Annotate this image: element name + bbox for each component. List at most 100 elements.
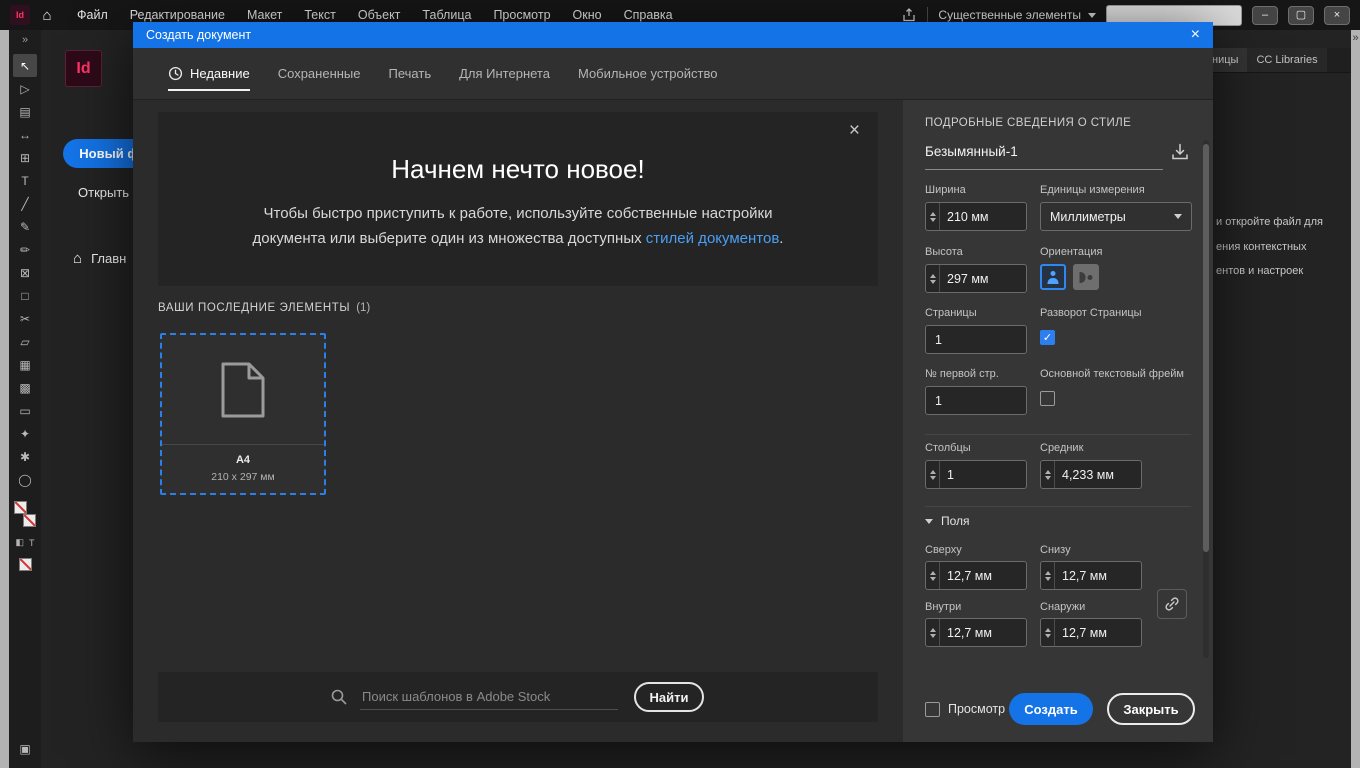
stock-search-input[interactable] xyxy=(360,684,618,710)
stepper-arrows-icon[interactable] xyxy=(1041,461,1055,488)
columns-label: Столбцы xyxy=(925,442,971,454)
selection-tool-icon[interactable]: ↖ xyxy=(13,54,37,77)
columns-input[interactable] xyxy=(940,467,1026,482)
stepper-arrows-icon[interactable] xyxy=(1041,562,1055,589)
note-tool-icon[interactable]: ▭ xyxy=(13,399,37,422)
margin-bottom-input[interactable] xyxy=(1055,568,1141,583)
preview-toggle[interactable]: Просмотр xyxy=(925,701,1005,717)
margin-outside-input[interactable] xyxy=(1055,625,1141,640)
find-button[interactable]: Найти xyxy=(634,682,704,712)
gutter-stepper[interactable] xyxy=(1040,460,1142,489)
width-stepper[interactable] xyxy=(925,202,1027,231)
start-page-input[interactable] xyxy=(926,393,1026,408)
preset-details-panel: ПОДРОБНЫЕ СВЕДЕНИЯ О СТИЛЕ Безымянный-1 … xyxy=(903,100,1213,742)
page-tool-icon[interactable]: ▤ xyxy=(13,100,37,123)
clock-icon xyxy=(168,66,183,81)
link-margins-button[interactable] xyxy=(1157,589,1187,619)
pages-input[interactable] xyxy=(926,332,1026,347)
gutter-input[interactable] xyxy=(1055,467,1141,482)
eyedropper-tool-icon[interactable]: ✦ xyxy=(13,422,37,445)
direct-selection-tool-icon[interactable]: ▷ xyxy=(13,77,37,100)
scrollbar-thumb[interactable] xyxy=(1203,144,1209,552)
primary-text-frame-checkbox[interactable] xyxy=(1040,391,1055,406)
rectangle-tool-icon[interactable]: □ xyxy=(13,284,37,307)
tab-mobile[interactable]: Мобильное устройство xyxy=(578,66,718,81)
margin-bottom-stepper[interactable] xyxy=(1040,561,1142,590)
zoom-tool-icon[interactable]: ◯ xyxy=(13,468,37,491)
stepper-arrows-icon[interactable] xyxy=(926,203,940,230)
hero-close-icon[interactable]: × xyxy=(849,120,860,142)
rectangle-frame-tool-icon[interactable]: ⊠ xyxy=(13,261,37,284)
margin-outside-stepper[interactable] xyxy=(1040,618,1142,647)
tab-recent[interactable]: Недавние xyxy=(168,66,250,91)
height-stepper[interactable] xyxy=(925,264,1027,293)
pages-field[interactable] xyxy=(925,325,1027,354)
formatting-affects-text-icon[interactable]: T xyxy=(29,538,35,548)
gutter-label: Средник xyxy=(1040,442,1084,454)
tab-web[interactable]: Для Интернета xyxy=(459,66,550,81)
scissors-tool-icon[interactable]: ✂ xyxy=(13,307,37,330)
orientation-portrait-button[interactable] xyxy=(1040,264,1066,290)
formatting-affects-container-icon[interactable]: ◧ xyxy=(15,537,24,548)
margin-inside-input[interactable] xyxy=(940,625,1026,640)
margin-top-stepper[interactable] xyxy=(925,561,1027,590)
home-icon[interactable]: ⌂ xyxy=(34,4,60,26)
close-button[interactable]: Закрыть xyxy=(1107,693,1195,725)
document-styles-link[interactable]: стилей документов xyxy=(646,230,780,247)
share-icon[interactable] xyxy=(901,7,917,23)
close-window-button[interactable]: × xyxy=(1324,5,1350,25)
open-button[interactable]: Открыть xyxy=(78,185,129,200)
recent-item-a4-card[interactable]: A4 210 x 297 мм xyxy=(160,333,326,495)
create-button[interactable]: Создать xyxy=(1009,693,1093,725)
stepper-arrows-icon[interactable] xyxy=(1041,619,1055,646)
expand-panels-icon[interactable]: » xyxy=(1351,32,1360,44)
details-scrollbar[interactable] xyxy=(1203,140,1209,658)
stepper-arrows-icon[interactable] xyxy=(926,619,940,646)
dialog-titlebar[interactable]: Создать документ × xyxy=(133,22,1213,48)
hero-title: Начнем нечто новое! xyxy=(391,154,645,184)
fill-swatch-icon[interactable] xyxy=(14,501,27,514)
document-page-icon xyxy=(221,362,265,417)
restore-button[interactable]: ▢ xyxy=(1288,5,1314,25)
preview-checkbox[interactable] xyxy=(925,701,940,717)
units-dropdown[interactable]: Миллиметры xyxy=(1040,202,1192,231)
screen-mode-icon[interactable]: ▣ xyxy=(13,737,37,760)
document-name-field[interactable]: Безымянный-1 xyxy=(925,144,1163,170)
content-collector-tool-icon[interactable]: ⊞ xyxy=(13,146,37,169)
tab-cc-libraries[interactable]: CC Libraries xyxy=(1247,48,1327,72)
save-preset-icon[interactable] xyxy=(1168,140,1192,164)
menu-file[interactable]: Файл xyxy=(66,0,119,30)
margin-top-input[interactable] xyxy=(940,568,1026,583)
columns-stepper[interactable] xyxy=(925,460,1027,489)
dialog-close-icon[interactable]: × xyxy=(1191,27,1200,43)
gradient-swatch-tool-icon[interactable]: ▦ xyxy=(13,353,37,376)
stock-search-bar: Найти xyxy=(158,672,878,722)
pen-tool-icon[interactable]: ✎ xyxy=(13,215,37,238)
pencil-tool-icon[interactable]: ✏ xyxy=(13,238,37,261)
stepper-arrows-icon[interactable] xyxy=(926,562,940,589)
stepper-arrows-icon[interactable] xyxy=(926,461,940,488)
hand-tool-icon[interactable]: ✱ xyxy=(13,445,37,468)
expand-tools-icon[interactable]: » xyxy=(22,34,28,46)
start-page-field[interactable] xyxy=(925,386,1027,415)
workspace-switcher[interactable]: Существенные элементы xyxy=(938,8,1096,22)
stepper-arrows-icon[interactable] xyxy=(926,265,940,292)
width-input[interactable] xyxy=(940,209,1026,224)
orientation-landscape-button[interactable] xyxy=(1073,264,1099,290)
free-transform-tool-icon[interactable]: ▱ xyxy=(13,330,37,353)
facing-pages-checkbox[interactable] xyxy=(1040,330,1055,345)
line-tool-icon[interactable]: ╱ xyxy=(13,192,37,215)
height-input[interactable] xyxy=(940,271,1026,286)
stroke-swatch-icon[interactable] xyxy=(23,514,36,527)
fill-stroke-swatches[interactable] xyxy=(14,501,36,527)
sidebar-item-home[interactable]: ⌂ Главн xyxy=(73,250,126,267)
minimize-button[interactable]: – xyxy=(1252,5,1278,25)
tab-saved[interactable]: Сохраненные xyxy=(278,66,361,81)
margin-inside-stepper[interactable] xyxy=(925,618,1027,647)
tab-print[interactable]: Печать xyxy=(389,66,432,81)
apply-none-icon[interactable] xyxy=(18,558,32,571)
gradient-feather-tool-icon[interactable]: ▩ xyxy=(13,376,37,399)
gap-tool-icon[interactable]: ↔ xyxy=(13,123,37,146)
type-tool-icon[interactable]: T xyxy=(13,169,37,192)
margins-section-header[interactable]: Поля xyxy=(925,514,970,528)
